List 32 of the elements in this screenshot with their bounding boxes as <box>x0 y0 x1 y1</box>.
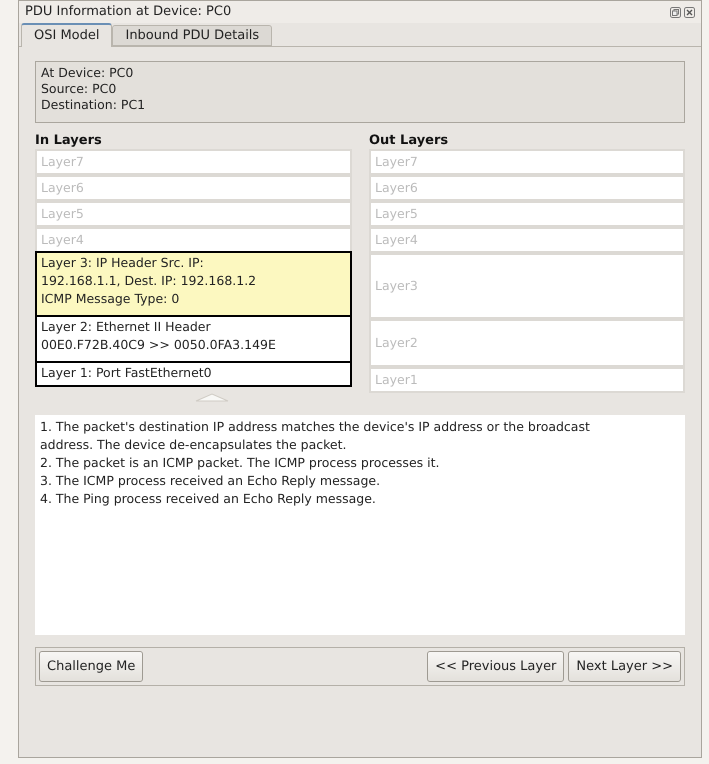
layer-row[interactable]: Layer5 <box>369 201 685 227</box>
description-text: 3. The ICMP process received an Echo Reply message. <box>40 472 382 490</box>
layer-row[interactable]: Layer2 <box>369 319 685 367</box>
up-arrow-icon <box>195 393 229 402</box>
tab[interactable]: Inbound PDU Details <box>112 25 272 46</box>
tab[interactable]: OSI Model <box>21 23 112 47</box>
column-heading: Out Layers <box>369 133 450 149</box>
info-text: Destination: PC1 <box>41 97 146 113</box>
layer-row[interactable]: Layer 3: IP Header Src. IP: 192.168.1.1, Dest. IP: 192.168.1.2 ICMP Message Type: 0 <box>35 251 352 317</box>
layer-row[interactable]: Layer4 <box>369 227 685 253</box>
layer-row[interactable]: Layer 2: Ethernet II Header 00E0.F72B.40C9 >> 0050.0FA3.149E <box>35 315 352 363</box>
layer-row[interactable]: Layer6 <box>35 175 352 201</box>
layer-row[interactable]: Layer 1: Port FastEthernet0 <box>35 361 352 387</box>
layer-row[interactable]: Layer7 <box>35 149 352 175</box>
layer-row[interactable]: Layer4 <box>35 227 352 253</box>
description-text: 2. The packet is an ICMP packet. The ICMP process processes it. <box>40 454 440 472</box>
column-heading: In Layers <box>35 133 103 149</box>
close-icon[interactable] <box>684 6 695 18</box>
layer-row[interactable]: Layer1 <box>369 367 685 393</box>
description-text: 1. The packet's destination IP address matches the device's IP address or the broadcast address. The device de-encapsulates the packet. <box>40 418 591 454</box>
description-text: 4. The Ping process received an Echo Reply message. <box>40 490 377 508</box>
action-button[interactable]: Next Layer >> <box>568 651 681 682</box>
restore-icon[interactable] <box>670 6 681 18</box>
info-text: At Device: PC0 <box>41 65 134 81</box>
layer-row[interactable]: Layer7 <box>369 149 685 175</box>
info-text: Source: PC0 <box>41 81 118 97</box>
layer-row[interactable]: Layer3 <box>369 253 685 319</box>
action-button[interactable]: << Previous Layer <box>427 651 564 682</box>
layer-row[interactable]: Layer6 <box>369 175 685 201</box>
action-button[interactable]: Challenge Me <box>39 651 144 682</box>
window-title: PDU Information at Device: PC0 <box>25 3 232 22</box>
layer-row[interactable]: Layer5 <box>35 201 352 227</box>
